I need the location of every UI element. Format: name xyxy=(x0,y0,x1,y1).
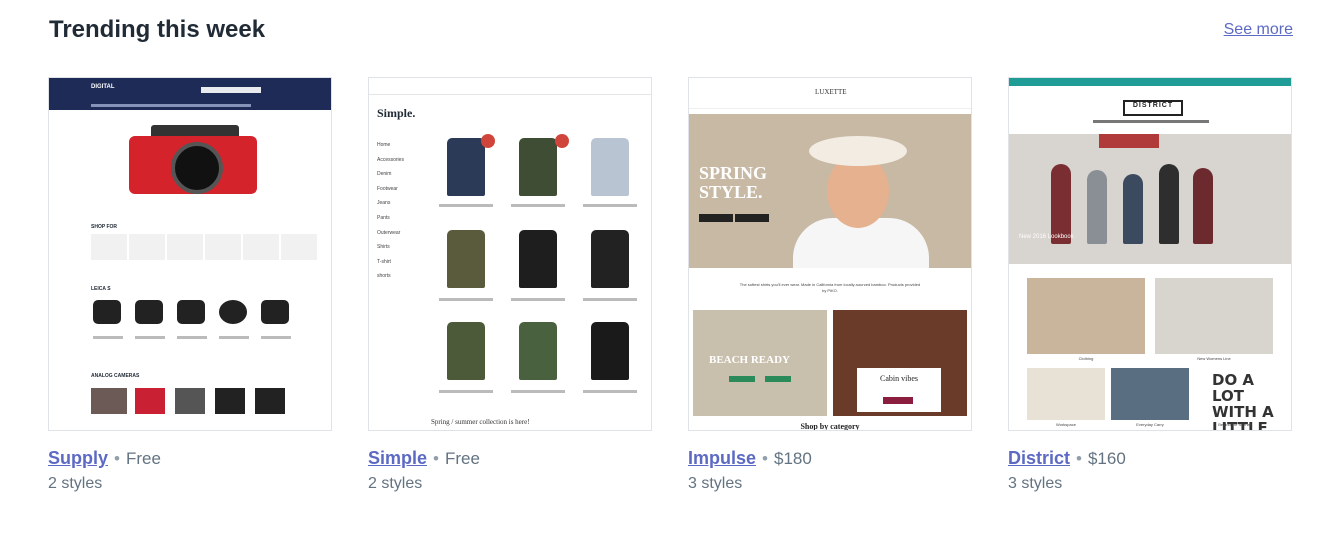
impulse-cabin-vibes: Cabin vibes xyxy=(880,374,918,383)
theme-preview-district[interactable]: DISTRICT New 2016 Lookbook Clothing New … xyxy=(1008,77,1292,431)
theme-styles-count: 3 styles xyxy=(688,475,743,492)
theme-styles-count: 2 styles xyxy=(48,475,103,492)
separator-dot: • xyxy=(1076,449,1082,468)
district-hero-image: New 2016 Lookbook xyxy=(1009,134,1291,264)
district-lookbook: New 2016 Lookbook xyxy=(1019,234,1074,240)
tile-caption: Behind the Scenes xyxy=(1218,422,1252,427)
supply-shop-for: SHOP FOR xyxy=(91,224,118,230)
theme-name-link[interactable]: Simple xyxy=(368,448,427,468)
theme-preview-impulse[interactable]: LUXETTE SPRING STYLE. The softest shirts… xyxy=(688,77,972,431)
theme-name-link[interactable]: Supply xyxy=(48,448,108,468)
impulse-beach-ready: BEACH READY xyxy=(709,354,790,366)
supply-logo: DIGITAL xyxy=(91,84,115,90)
theme-card-simple[interactable]: Simple. Home Accessories Denim Footwear … xyxy=(368,77,652,493)
impulse-shop-by-category: Shop by category xyxy=(800,422,860,431)
theme-preview-simple[interactable]: Simple. Home Accessories Denim Footwear … xyxy=(368,77,652,431)
district-logo: DISTRICT xyxy=(1132,102,1174,109)
theme-styles-count: 2 styles xyxy=(368,475,423,492)
tile-caption: Everyday Carry xyxy=(1136,422,1164,427)
camera-image xyxy=(171,142,223,194)
impulse-hero-text: SPRING STYLE. xyxy=(699,163,768,202)
theme-price: Free xyxy=(125,449,161,468)
impulse-tagline: The softest shirts you'll ever wear. Mad… xyxy=(739,282,921,293)
see-more-link[interactable]: See more xyxy=(1224,21,1293,39)
tile-caption: New Womens Line xyxy=(1197,356,1231,361)
supply-analog: ANALOG CAMERAS xyxy=(91,373,140,379)
impulse-logo: LUXETTE xyxy=(815,88,847,96)
theme-card-impulse[interactable]: LUXETTE SPRING STYLE. The softest shirts… xyxy=(688,77,972,493)
separator-dot: • xyxy=(433,449,439,468)
theme-price: Free xyxy=(444,449,480,468)
theme-name-link[interactable]: Impulse xyxy=(688,448,756,468)
simple-footer-text: Spring / summer collection is here! xyxy=(431,418,530,426)
theme-preview-supply[interactable]: DIGITAL SHOP FOR LEICA S ANALOG CAMERAS xyxy=(48,77,332,431)
tile-caption: Clothing xyxy=(1078,356,1094,361)
theme-styles-count: 3 styles xyxy=(1008,475,1063,492)
section-title: Trending this week xyxy=(49,16,266,43)
separator-dot: • xyxy=(762,449,768,468)
tile-caption: Workspace xyxy=(1056,422,1076,427)
theme-card-supply[interactable]: DIGITAL SHOP FOR LEICA S ANALOG CAMERAS xyxy=(48,77,332,493)
theme-price: $180 xyxy=(773,449,812,468)
simple-menu: Home Accessories Denim Footwear Jeans Pa… xyxy=(377,142,404,280)
separator-dot: • xyxy=(114,449,120,468)
supply-leica: LEICA S xyxy=(91,286,111,292)
impulse-hero-image: SPRING STYLE. xyxy=(689,114,971,268)
simple-logo: Simple. xyxy=(377,106,416,120)
theme-card-district[interactable]: DISTRICT New 2016 Lookbook Clothing New … xyxy=(1008,77,1292,493)
theme-price: $160 xyxy=(1087,449,1126,468)
theme-name-link[interactable]: District xyxy=(1008,448,1070,468)
